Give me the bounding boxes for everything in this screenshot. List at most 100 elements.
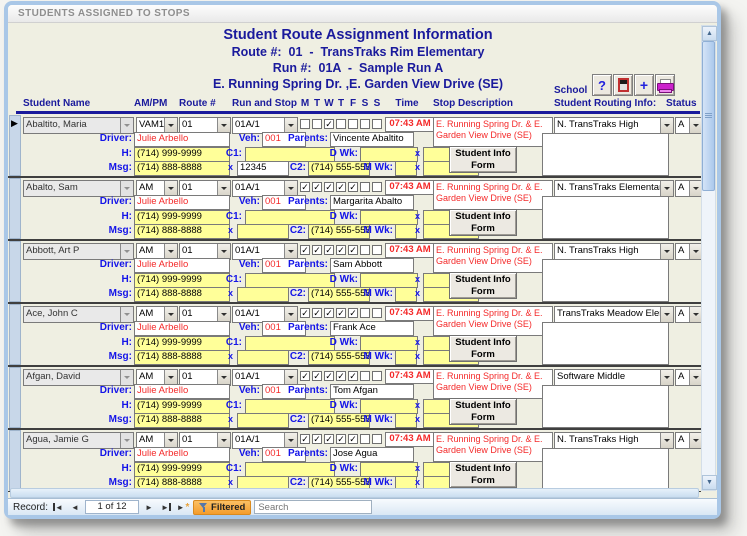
chevron-down-icon[interactable] <box>660 370 673 385</box>
help-button[interactable]: ? <box>592 74 612 96</box>
message-ext-field[interactable] <box>237 287 289 302</box>
school-notes-box[interactable] <box>542 448 669 491</box>
chevron-down-icon[interactable] <box>689 370 701 385</box>
chevron-down-icon[interactable] <box>284 370 297 385</box>
add-record-button[interactable]: + <box>634 74 654 96</box>
chevron-down-icon[interactable] <box>689 433 701 448</box>
pickup-time-field[interactable]: 07:43 AM <box>385 243 435 258</box>
student-info-form-button[interactable]: Student Info Form <box>449 209 517 236</box>
chevron-down-icon[interactable] <box>217 370 230 385</box>
day-checkbox-tue[interactable] <box>312 119 322 129</box>
day-checkbox-thu[interactable]: ✓ <box>336 434 346 444</box>
stop-description-field[interactable]: E. Running Spring Dr. & E. Garden View D… <box>433 243 553 273</box>
cell2-field[interactable]: (714) 555-5555 <box>308 413 370 428</box>
day-checkbox-wed[interactable]: ✓ <box>324 371 334 381</box>
school-notes-box[interactable] <box>542 133 669 176</box>
parents-field[interactable]: Tom Afgan <box>330 384 414 399</box>
day-checkbox-thu[interactable]: ✓ <box>336 245 346 255</box>
chevron-down-icon[interactable] <box>660 307 673 322</box>
stop-description-field[interactable]: E. Running Spring Dr. & E. Garden View D… <box>433 117 553 147</box>
student-name-field[interactable]: Abaltito, Maria <box>23 117 134 134</box>
pickup-time-field[interactable]: 07:43 AM <box>385 369 435 384</box>
cell1-field[interactable] <box>245 210 335 225</box>
home-phone-field[interactable]: (714) 999-9999 <box>134 336 230 351</box>
stop-description-field[interactable]: E. Running Spring Dr. & E. Garden View D… <box>433 306 553 336</box>
day-checkbox-fri[interactable]: ✓ <box>348 245 358 255</box>
status-combo[interactable]: A <box>675 243 701 260</box>
chevron-down-icon[interactable] <box>660 181 673 196</box>
pickup-time-field[interactable]: 07:43 AM <box>385 180 435 195</box>
record-selector[interactable] <box>9 178 21 239</box>
parents-field[interactable]: Margarita Abalto <box>330 195 414 210</box>
day-checkbox-sat[interactable] <box>360 119 370 129</box>
mom-work-field[interactable] <box>395 350 417 365</box>
first-record-button[interactable]: ◄ <box>51 501 65 513</box>
search-input[interactable] <box>254 500 372 514</box>
student-info-form-button[interactable]: Student Info Form <box>449 398 517 425</box>
school-notes-box[interactable] <box>542 196 669 239</box>
student-name-field[interactable]: Agua, Jamie G <box>23 432 134 449</box>
dad-work-field[interactable] <box>360 273 418 288</box>
day-checkbox-sat[interactable] <box>360 371 370 381</box>
driver-field[interactable]: Julie Arbello <box>134 321 230 336</box>
school-combo[interactable]: TransTraks Meadow Elementa <box>554 306 674 323</box>
student-info-form-button[interactable]: Student Info Form <box>449 461 517 488</box>
day-checkbox-wed[interactable]: ✓ <box>324 182 334 192</box>
message-phone-field[interactable]: (714) 888-8888 <box>134 224 230 239</box>
day-checkbox-tue[interactable]: ✓ <box>312 182 322 192</box>
day-checkbox-mon[interactable]: ✓ <box>300 182 310 192</box>
chevron-down-icon[interactable] <box>689 118 701 133</box>
chevron-down-icon[interactable] <box>217 118 230 133</box>
dad-work-field[interactable] <box>360 399 418 414</box>
scroll-up-button[interactable]: ▲ <box>702 26 717 41</box>
driver-field[interactable]: Julie Arbello <box>134 195 230 210</box>
cell1-field[interactable] <box>245 462 335 477</box>
student-name-field[interactable]: Ace, John C <box>23 306 134 323</box>
dad-work-field[interactable] <box>360 147 418 162</box>
chevron-down-icon[interactable] <box>164 307 177 322</box>
pickup-time-field[interactable]: 07:43 AM <box>385 306 435 321</box>
status-combo[interactable]: A <box>675 432 701 449</box>
record-position[interactable]: 1 of 12 <box>85 500 139 514</box>
day-checkbox-sun[interactable] <box>372 119 382 129</box>
day-checkbox-fri[interactable]: ✓ <box>348 371 358 381</box>
last-record-button[interactable]: ► <box>159 501 173 513</box>
day-checkbox-wed[interactable]: ✓ <box>324 245 334 255</box>
driver-field[interactable]: Julie Arbello <box>134 384 230 399</box>
day-checkbox-tue[interactable]: ✓ <box>312 371 322 381</box>
chevron-down-icon[interactable] <box>660 433 673 448</box>
chevron-down-icon[interactable] <box>689 181 701 196</box>
stop-description-field[interactable]: E. Running Spring Dr. & E. Garden View D… <box>433 369 553 399</box>
chevron-down-icon[interactable] <box>284 433 297 448</box>
day-checkbox-sun[interactable] <box>372 182 382 192</box>
chevron-down-icon[interactable] <box>284 181 297 196</box>
parents-field[interactable]: Frank Ace <box>330 321 414 336</box>
chevron-down-icon[interactable] <box>689 307 701 322</box>
student-name-field[interactable]: Abalto, Sam <box>23 180 134 197</box>
cell2-field[interactable]: (714) 555-5555 <box>308 224 370 239</box>
day-checkbox-sat[interactable] <box>360 434 370 444</box>
school-combo[interactable]: N. TransTraks High <box>554 432 674 449</box>
chevron-down-icon[interactable] <box>164 181 177 196</box>
day-checkbox-sat[interactable] <box>360 245 370 255</box>
chevron-down-icon[interactable] <box>284 118 297 133</box>
message-phone-field[interactable]: (714) 888-8888 <box>134 413 230 428</box>
message-phone-field[interactable]: (714) 888-8888 <box>134 287 230 302</box>
stop-description-field[interactable]: E. Running Spring Dr. & E. Garden View D… <box>433 432 553 462</box>
student-info-form-button[interactable]: Student Info Form <box>449 335 517 362</box>
driver-field[interactable]: Julie Arbello <box>134 258 230 273</box>
dad-work-field[interactable] <box>360 462 418 477</box>
day-checkbox-mon[interactable]: ✓ <box>300 245 310 255</box>
day-checkbox-sun[interactable] <box>372 434 382 444</box>
day-checkbox-fri[interactable]: ✓ <box>348 308 358 318</box>
status-combo[interactable]: A <box>675 369 701 386</box>
previous-record-button[interactable]: ◄ <box>68 501 82 513</box>
chevron-down-icon[interactable] <box>217 244 230 259</box>
day-checkbox-tue[interactable]: ✓ <box>312 308 322 318</box>
school-notes-box[interactable] <box>542 322 669 365</box>
home-phone-field[interactable]: (714) 999-9999 <box>134 147 230 162</box>
filtered-indicator[interactable]: Filtered <box>193 500 251 515</box>
record-selector[interactable] <box>9 241 21 302</box>
day-checkbox-wed[interactable]: ✓ <box>324 434 334 444</box>
chevron-down-icon[interactable] <box>284 244 297 259</box>
